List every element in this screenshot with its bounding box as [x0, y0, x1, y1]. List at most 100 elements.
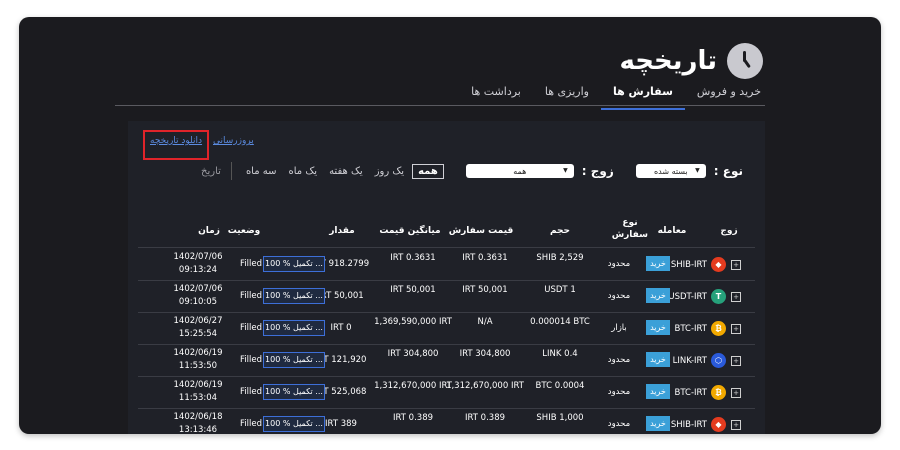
order-time: 11:53:50: [178, 361, 218, 371]
btc-coin-icon: ₿: [711, 321, 726, 336]
avg-price: IRT 0.3631: [390, 253, 436, 263]
table-row[interactable]: BTC-IRT ₿ + خرید بازار 0.000014 BTC N/A 1,369,5…: [138, 312, 755, 345]
shib-coin-icon: ◆: [711, 417, 726, 432]
expand-row-icon[interactable]: +: [731, 419, 741, 430]
pair-select-value: همه: [513, 166, 527, 176]
status: Filled: [240, 323, 262, 333]
range-3m[interactable]: سه ماه: [242, 166, 281, 177]
filter-bar: نوع : بسته شده ▼ زوج : همه ▼ همه یک روز …: [201, 162, 743, 180]
th-volume: حجم: [549, 226, 571, 236]
order-type: بازار: [611, 323, 627, 333]
th-time: زمان: [198, 226, 220, 236]
expand-row-icon[interactable]: +: [731, 259, 741, 270]
th-order-price: قیمت سفارش: [448, 226, 514, 236]
buy-badge: خرید: [646, 384, 670, 399]
th-status: وضعیت: [227, 226, 261, 236]
order-price: IRT 50,001: [462, 285, 508, 295]
th-pair: زوج: [720, 226, 738, 236]
order-type: محدود: [607, 259, 631, 269]
pair-symbol: LINK-IRT: [672, 355, 707, 366]
buy-badge: خرید: [646, 288, 670, 303]
buy-badge: خرید: [646, 256, 670, 271]
range-1m[interactable]: یک ماه: [285, 166, 322, 177]
pair-select[interactable]: همه ▼: [465, 164, 574, 178]
buy-badge: خرید: [646, 320, 670, 335]
avg-price: IRT 304,800: [387, 349, 439, 359]
link-coin-icon: ⬡: [711, 353, 726, 368]
order-date: 1402/06/19: [173, 348, 223, 358]
order-date: 1402/06/19: [173, 380, 223, 390]
type-filter-label: نوع :: [713, 164, 743, 178]
order-price: N/A: [477, 317, 493, 327]
order-time: 11:53:04: [178, 393, 218, 403]
th-order-type: نوع سفارش: [611, 218, 648, 240]
refresh-link[interactable]: بروزرسانی: [213, 136, 254, 146]
table-row[interactable]: BTC-IRT ₿ + خرید محدود BTC 0.0004 1,312,670,00…: [138, 376, 755, 409]
table-row[interactable]: SHIB-IRT ◆ + خرید محدود SHIB 1,000 IRT 0.389 IR…: [138, 408, 755, 434]
tabs-divider: [115, 105, 765, 106]
order-type: محدود: [607, 291, 631, 301]
range-1w[interactable]: یک هفته: [325, 166, 367, 177]
fill-progress: 100 % تکمیل ...: [263, 256, 325, 272]
filter-divider: [230, 162, 232, 180]
pair-symbol: BTC-IRT: [674, 323, 707, 334]
table-row[interactable]: LINK-IRT ⬡ + خرید محدود LINK 0.4 IRT 304,800 IR…: [138, 344, 755, 377]
pair-filter-label: زوج :: [581, 164, 614, 178]
status: Filled: [240, 387, 262, 397]
expand-row-icon[interactable]: +: [731, 355, 741, 366]
order-date: 1402/06/18: [173, 412, 223, 422]
order-type: محدود: [607, 355, 631, 365]
shib-coin-icon: ◆: [711, 257, 726, 272]
page-header: تاریخچه: [619, 43, 763, 79]
type-select[interactable]: بسته شده ▼: [635, 164, 706, 178]
order-time: 13:13:46: [178, 425, 218, 434]
type-select-value: بسته شده: [653, 166, 688, 176]
range-all[interactable]: همه: [412, 163, 444, 179]
order-price: IRT 304,800: [459, 349, 511, 359]
pair-symbol: USDT-IRT: [668, 291, 707, 302]
chevron-down-icon: ▼: [695, 167, 700, 174]
expand-row-icon[interactable]: +: [731, 323, 741, 334]
clock-icon: [727, 43, 763, 79]
volume: BTC 0.0004: [535, 381, 585, 391]
range-1d[interactable]: یک روز: [371, 166, 408, 177]
buy-badge: خرید: [646, 416, 670, 431]
table-header: زوج معامله نوع سفارش حجم قیمت سفارش میان…: [138, 213, 755, 248]
app-window: تاریخچه خرید و فروش سفارش ها واریزی ها ب…: [19, 17, 881, 434]
volume: LINK 0.4: [542, 349, 578, 359]
volume: SHIB 2,529: [536, 253, 584, 263]
pair-symbol: SHIB-IRT: [670, 419, 707, 430]
expand-row-icon[interactable]: +: [731, 291, 741, 302]
order-price: 1,312,670,000 IRT: [446, 381, 524, 391]
status: Filled: [240, 355, 262, 365]
status: Filled: [240, 291, 262, 301]
expand-row-icon[interactable]: +: [731, 387, 741, 398]
orders-panel: دانلود تاریخچه بروزرسانی نوع : بسته شده …: [128, 121, 765, 434]
download-history-link[interactable]: دانلود تاریخچه: [150, 136, 202, 146]
table-row[interactable]: USDT-IRT T + خرید محدود USDT 1 IRT 50,001 IRT 5…: [138, 280, 755, 313]
page-title: تاریخچه: [619, 46, 718, 76]
pair-symbol: BTC-IRT: [674, 387, 707, 398]
order-type: محدود: [607, 387, 631, 397]
status: Filled: [240, 259, 262, 269]
order-date: 1402/07/06: [173, 284, 223, 294]
avg-price: 1,369,590,000 IRT: [374, 317, 452, 327]
table-row[interactable]: SHIB-IRT ◆ + خرید محدود SHIB 2,529 IRT 0.3631 I…: [138, 248, 755, 281]
date-filter-label[interactable]: تاریخ: [201, 166, 221, 177]
th-avg-price: میانگین قیمت: [379, 226, 441, 236]
avg-price: 1,312,670,000 IRT: [374, 381, 452, 391]
avg-price: IRT 50,001: [390, 285, 436, 295]
th-amount: مقدار: [329, 226, 355, 236]
fill-progress: 100 % تکمیل ...: [263, 352, 325, 368]
order-date: 1402/06/27: [173, 316, 223, 326]
fill-progress: 100 % تکمیل ...: [263, 384, 325, 400]
btc-coin-icon: ₿: [711, 385, 726, 400]
order-type: محدود: [607, 419, 631, 429]
avg-price: IRT 0.389: [392, 413, 434, 423]
chevron-down-icon: ▼: [563, 167, 568, 174]
order-price: IRT 0.389: [464, 413, 506, 423]
fill-progress: 100 % تکمیل ...: [263, 416, 325, 432]
volume: USDT 1: [544, 285, 576, 295]
order-time: 09:10:05: [178, 297, 218, 307]
order-time: 09:13:24: [178, 265, 218, 275]
